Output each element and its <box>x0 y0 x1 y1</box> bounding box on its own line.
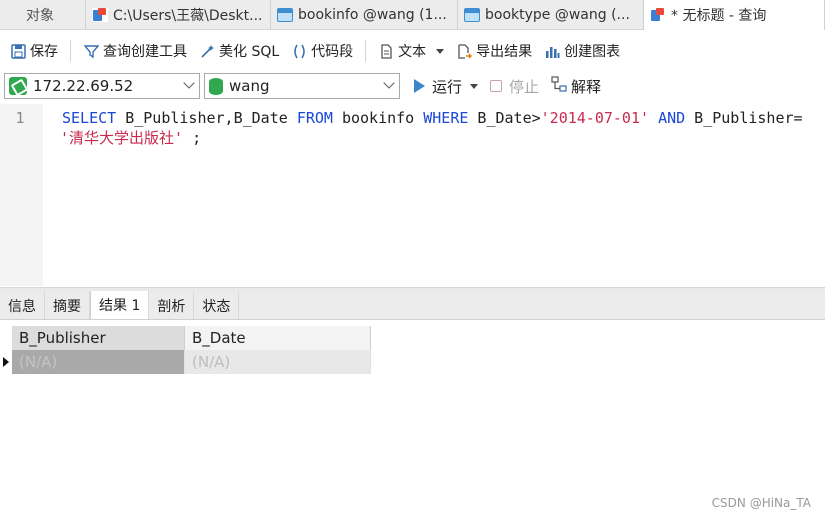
server-select[interactable]: 172.22.69.52 <box>4 73 200 99</box>
toolbar-divider <box>365 40 367 62</box>
tab-bookinfo-label: bookinfo @wang (1... <box>298 7 447 23</box>
grid-cell[interactable]: (N/A) <box>185 350 371 374</box>
tab-untitled-query-label: * 无标题 - 查询 <box>671 8 767 24</box>
database-select[interactable]: wang <box>204 73 400 99</box>
stop-button[interactable]: 停止 <box>484 73 545 99</box>
sql-line-1-wrapped: '清华大学出版社' ; <box>60 128 811 148</box>
brackets-icon <box>291 43 307 59</box>
explain-button[interactable]: 解释 <box>545 73 607 99</box>
table-icon <box>464 8 480 22</box>
query-icon <box>92 8 108 22</box>
tab-bookinfo[interactable]: bookinfo @wang (1... <box>271 0 458 30</box>
query-builder-button[interactable]: 查询创建工具 <box>77 37 193 65</box>
database-icon <box>209 77 223 95</box>
tab-untitled-query[interactable]: * 无标题 - 查询 <box>644 0 825 30</box>
beautify-sql-button[interactable]: 美化 SQL <box>193 37 285 65</box>
table-row[interactable]: (N/A) (N/A) <box>3 350 371 374</box>
tab-booktype-label: booktype @wang (... <box>485 7 630 23</box>
sql-code: SELECT B_Publisher,B_Date FROM bookinfo … <box>60 108 811 148</box>
line-number: 1 <box>15 109 25 127</box>
tab-booktype[interactable]: booktype @wang (... <box>458 0 644 30</box>
document-tab-bar: 对象 C:\Users\王薇\Deskt... bookinfo @wang (… <box>0 0 825 30</box>
sql-keyword: SELECT <box>62 109 117 127</box>
save-button[interactable]: 保存 <box>4 37 64 65</box>
create-chart-button[interactable]: 创建图表 <box>538 37 626 65</box>
filter-icon <box>83 43 99 59</box>
sql-string: '清华大学出版社' <box>60 129 184 147</box>
connection-icon <box>9 77 27 95</box>
current-row-marker-icon <box>3 357 9 367</box>
sql-text: B_Publisher,B_Date <box>116 109 297 127</box>
bar-chart-icon <box>544 43 560 59</box>
line-number-gutter: 1 <box>0 104 43 286</box>
sql-text: B_Publisher= <box>685 109 803 127</box>
save-icon <box>10 43 26 59</box>
export-results-button[interactable]: 导出结果 <box>450 37 538 65</box>
query-toolbar: 保存 查询创建工具 美化 SQL 代码段 文本 导出结果 创建图表 <box>0 34 825 68</box>
result-grid: B_Publisher B_Date (N/A) (N/A) <box>3 326 371 374</box>
grid-cell[interactable]: (N/A) <box>12 350 185 374</box>
sql-line-1: SELECT B_Publisher,B_Date FROM bookinfo … <box>62 108 811 128</box>
document-icon <box>378 43 394 59</box>
toolbar-divider <box>70 40 71 62</box>
chevron-down-icon <box>470 83 479 89</box>
result-tab-bar: 信息 摘要 结果 1 剖析 状态 <box>0 291 825 320</box>
chevron-down-icon <box>183 77 195 89</box>
tab-objects-label: 对象 <box>26 8 54 24</box>
sql-string: '2014-07-01' <box>540 109 650 127</box>
tab-info[interactable]: 信息 <box>0 292 45 319</box>
tab-sql-file-label: C:\Users\王薇\Deskt... <box>113 8 263 24</box>
watermark: CSDN @HiNa_TA <box>711 496 811 510</box>
export-icon <box>456 43 472 59</box>
play-icon <box>414 79 425 93</box>
query-icon <box>650 8 666 22</box>
sql-editor[interactable]: 1 SELECT B_Publisher,B_Date FROM bookinf… <box>0 104 825 286</box>
chevron-down-icon <box>436 48 445 54</box>
sql-text: ; <box>183 129 202 147</box>
tab-summary[interactable]: 摘要 <box>45 292 90 319</box>
chevron-down-icon <box>383 77 395 89</box>
grid-header-row: B_Publisher B_Date <box>12 326 371 350</box>
run-button[interactable]: 运行 <box>408 73 484 99</box>
stop-icon <box>490 80 503 92</box>
sql-text: bookinfo <box>332 109 424 127</box>
connection-bar: 172.22.69.52 wang 运行 停止 解释 <box>0 70 825 102</box>
tab-sql-file[interactable]: C:\Users\王薇\Deskt... <box>86 0 271 30</box>
sql-text: B_Date> <box>468 109 541 127</box>
text-mode-button[interactable]: 文本 <box>372 37 450 65</box>
code-snippet-button[interactable]: 代码段 <box>285 37 359 65</box>
column-header-b-date[interactable]: B_Date <box>185 326 371 350</box>
sql-keyword: FROM <box>296 109 333 127</box>
column-header-b-publisher[interactable]: B_Publisher <box>12 326 185 350</box>
table-icon <box>277 8 293 22</box>
tab-profile[interactable]: 剖析 <box>149 292 195 319</box>
tab-status[interactable]: 状态 <box>194 292 240 319</box>
explain-tree-icon <box>551 76 567 96</box>
tab-result-1[interactable]: 结果 1 <box>90 291 150 319</box>
tab-objects[interactable]: 对象 <box>0 0 86 30</box>
sql-keyword: AND <box>658 109 686 127</box>
magic-wand-icon <box>199 43 215 59</box>
sql-keyword: WHERE <box>423 109 469 127</box>
